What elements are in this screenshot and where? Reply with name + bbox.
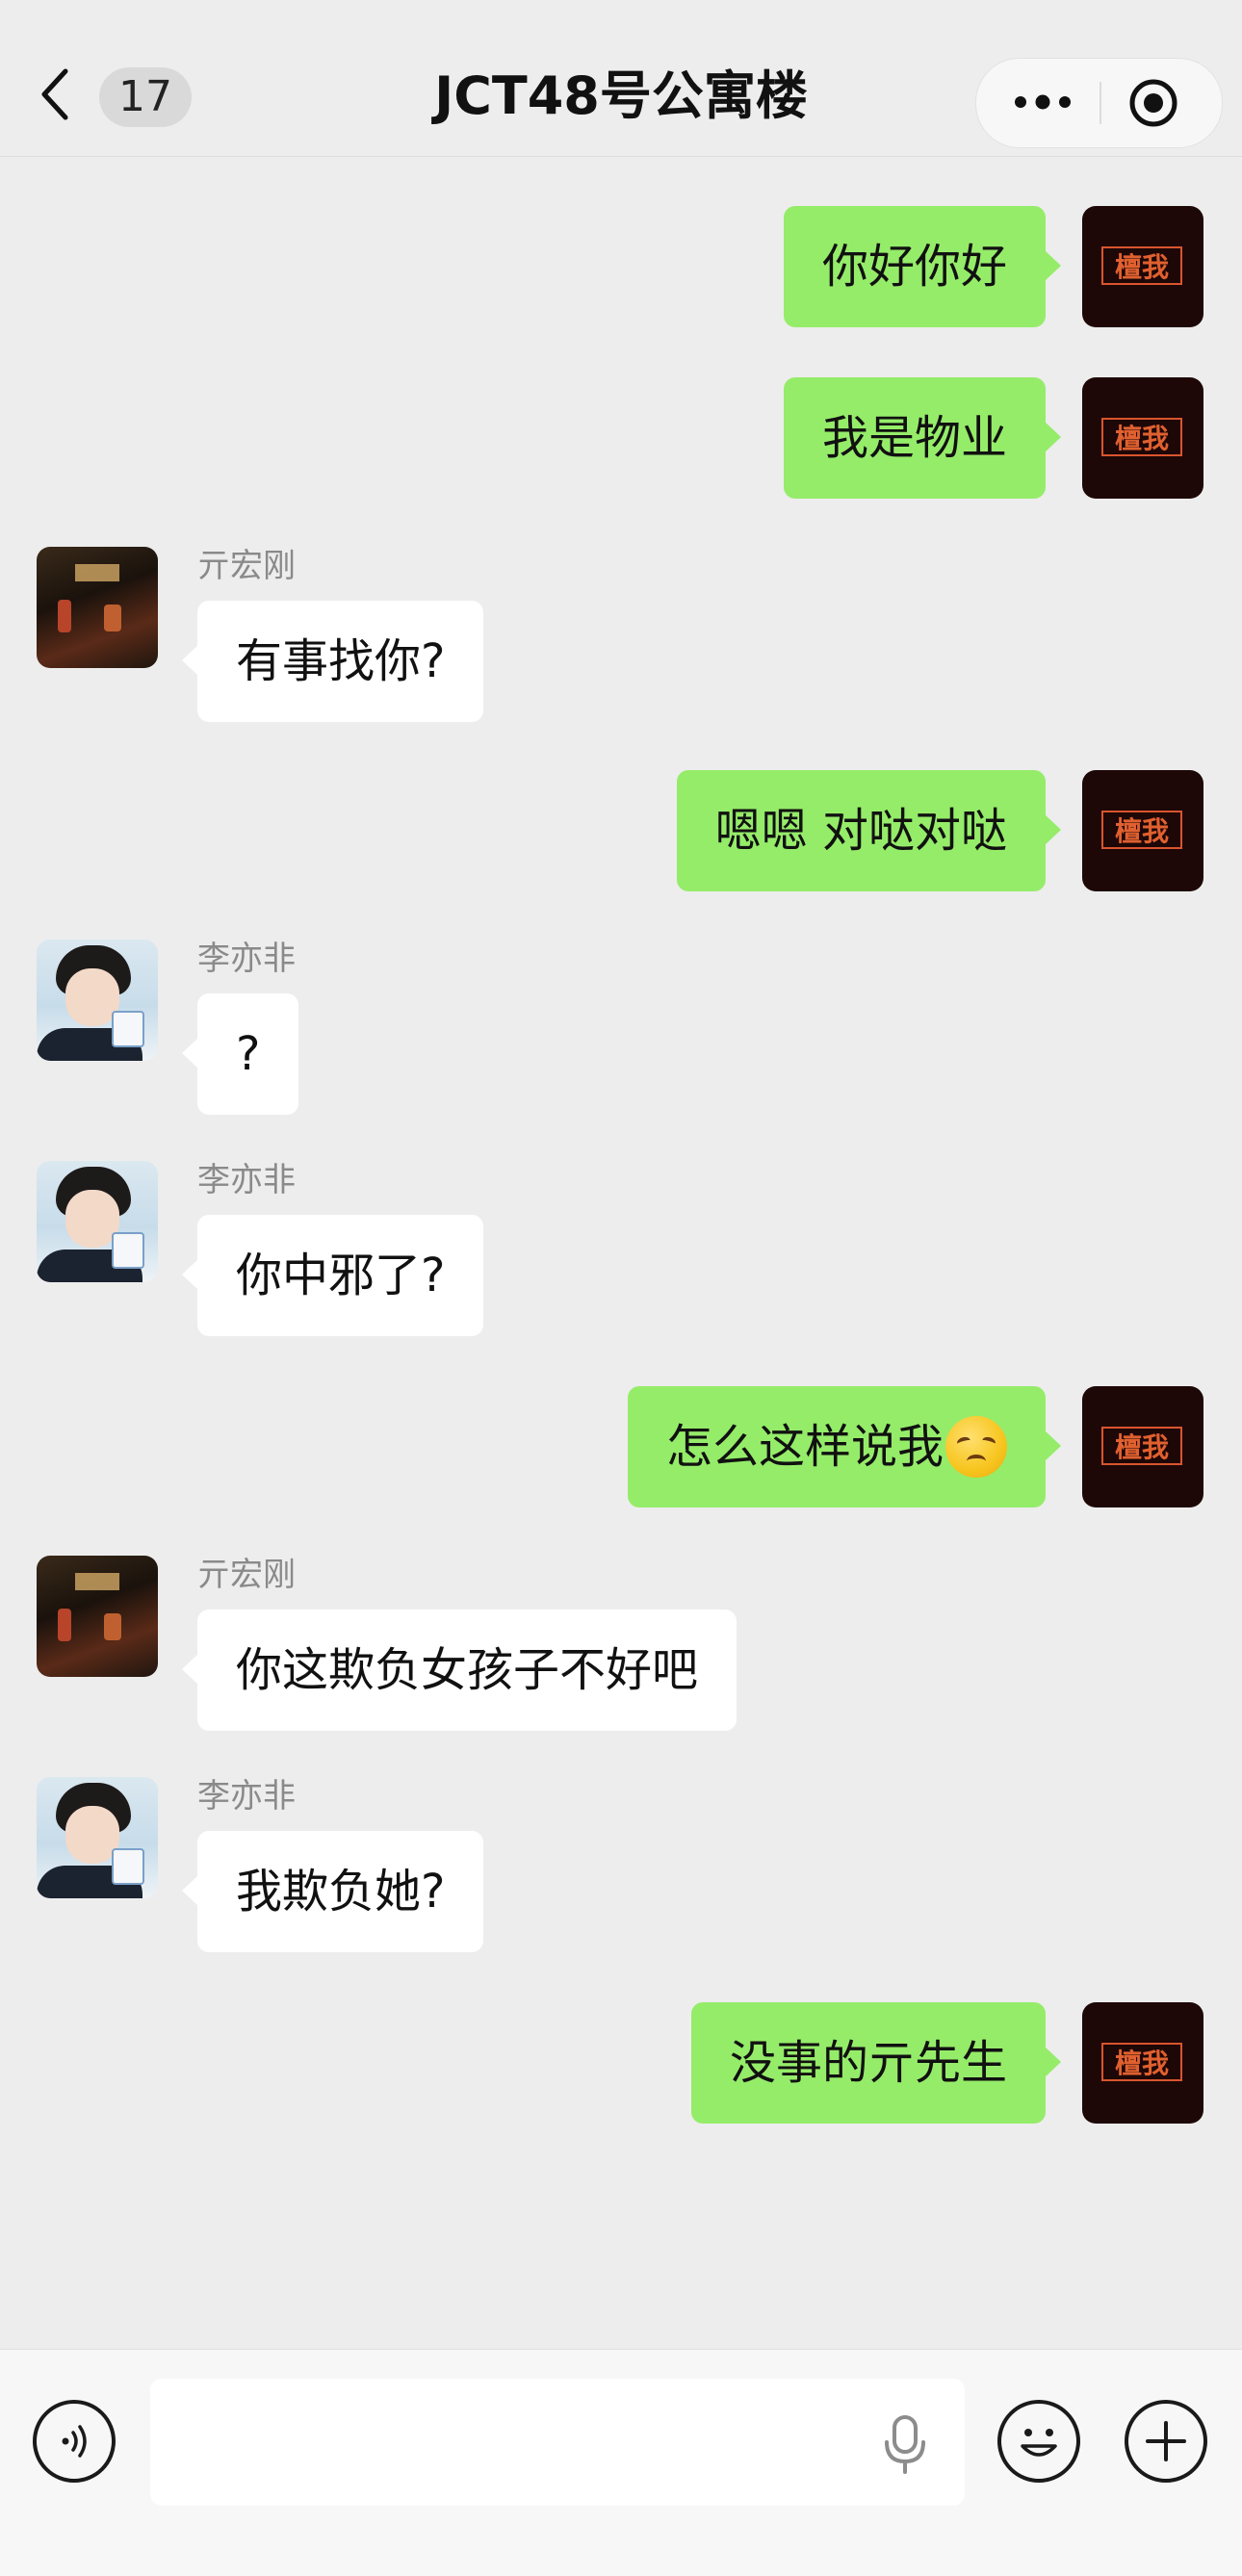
mini-program-capsule — [975, 58, 1223, 148]
message-bubble[interactable]: 你中邪了? — [181, 1215, 484, 1336]
message-row: 你好你好 檀我 — [0, 206, 1242, 327]
message-bubble[interactable]: 我欺负她? — [181, 1831, 484, 1952]
message-row: 嗯嗯 对哒对哒 檀我 — [0, 770, 1242, 891]
chat-title: JCT48号公寓楼 — [434, 65, 808, 126]
avatar[interactable] — [37, 547, 158, 668]
more-dots-icon[interactable] — [1009, 88, 1076, 116]
emoji-button[interactable] — [997, 2400, 1080, 2483]
sender-name: 李亦非 — [197, 940, 296, 978]
message-row: 亓宏刚 你这欺负女孩子不好吧 — [0, 1556, 1242, 1731]
message-row: 我是物业 檀我 — [0, 377, 1242, 499]
sender-name: 李亦非 — [197, 1161, 296, 1199]
avatar[interactable] — [37, 1777, 158, 1898]
avatar-stamp: 檀我 — [1101, 418, 1182, 456]
back-arrow-icon[interactable] — [37, 65, 75, 123]
message-row: 李亦非 你中邪了? — [0, 1161, 1242, 1336]
avatar[interactable] — [37, 1556, 158, 1677]
message-row: 没事的亓先生 檀我 — [0, 2002, 1242, 2124]
message-row: 李亦非 我欺负她? — [0, 1777, 1242, 1952]
avatar-stamp: 檀我 — [1101, 1427, 1182, 1465]
message-bubble[interactable]: 嗯嗯 对哒对哒 — [676, 770, 1062, 891]
avatar[interactable]: 檀我 — [1082, 770, 1203, 891]
close-target-icon[interactable] — [1128, 78, 1178, 128]
message-text: 怎么这样说我 — [665, 1420, 944, 1474]
sender-name: 亓宏刚 — [197, 547, 296, 585]
avatar-stamp: 檀我 — [1101, 2043, 1182, 2081]
message-row: 亓宏刚 有事找你? — [0, 547, 1242, 722]
avatar[interactable]: 檀我 — [1082, 377, 1203, 499]
message-bubble[interactable]: 没事的亓先生 — [690, 2002, 1062, 2124]
emoji-icon — [1021, 2429, 1057, 2457]
microphone-icon[interactable] — [878, 2413, 932, 2475]
unread-count-badge[interactable]: 17 — [99, 67, 192, 127]
avatar[interactable]: 檀我 — [1082, 206, 1203, 327]
chat-header: 17 JCT48号公寓楼 — [0, 0, 1242, 157]
more-functions-button[interactable] — [1125, 2400, 1207, 2483]
message-row: 李亦非 ? — [0, 940, 1242, 1115]
sender-name: 李亦非 — [197, 1777, 296, 1816]
disappointed-face-icon — [945, 1416, 1007, 1478]
voice-toggle-button[interactable] — [33, 2400, 116, 2483]
avatar-stamp: 檀我 — [1101, 246, 1182, 285]
voice-icon — [62, 2425, 87, 2458]
avatar[interactable] — [37, 1161, 158, 1282]
avatar[interactable]: 檀我 — [1082, 1386, 1203, 1507]
message-bubble[interactable]: 怎么这样说我 — [627, 1386, 1062, 1507]
message-bubble[interactable]: 有事找你? — [181, 601, 484, 722]
message-input[interactable] — [150, 2379, 965, 2506]
plus-icon — [1146, 2421, 1186, 2461]
capsule-divider — [1100, 82, 1101, 124]
sender-name: 亓宏刚 — [197, 1556, 296, 1594]
message-row: 怎么这样说我 檀我 — [0, 1386, 1242, 1507]
avatar-stamp: 檀我 — [1101, 811, 1182, 849]
avatar[interactable]: 檀我 — [1082, 2002, 1203, 2124]
input-bar — [0, 2349, 1242, 2576]
message-bubble[interactable]: ? — [181, 993, 299, 1115]
avatar[interactable] — [37, 940, 158, 1061]
message-bubble[interactable]: 我是物业 — [783, 377, 1062, 499]
message-bubble[interactable]: 你这欺负女孩子不好吧 — [181, 1610, 737, 1731]
message-bubble[interactable]: 你好你好 — [783, 206, 1062, 327]
